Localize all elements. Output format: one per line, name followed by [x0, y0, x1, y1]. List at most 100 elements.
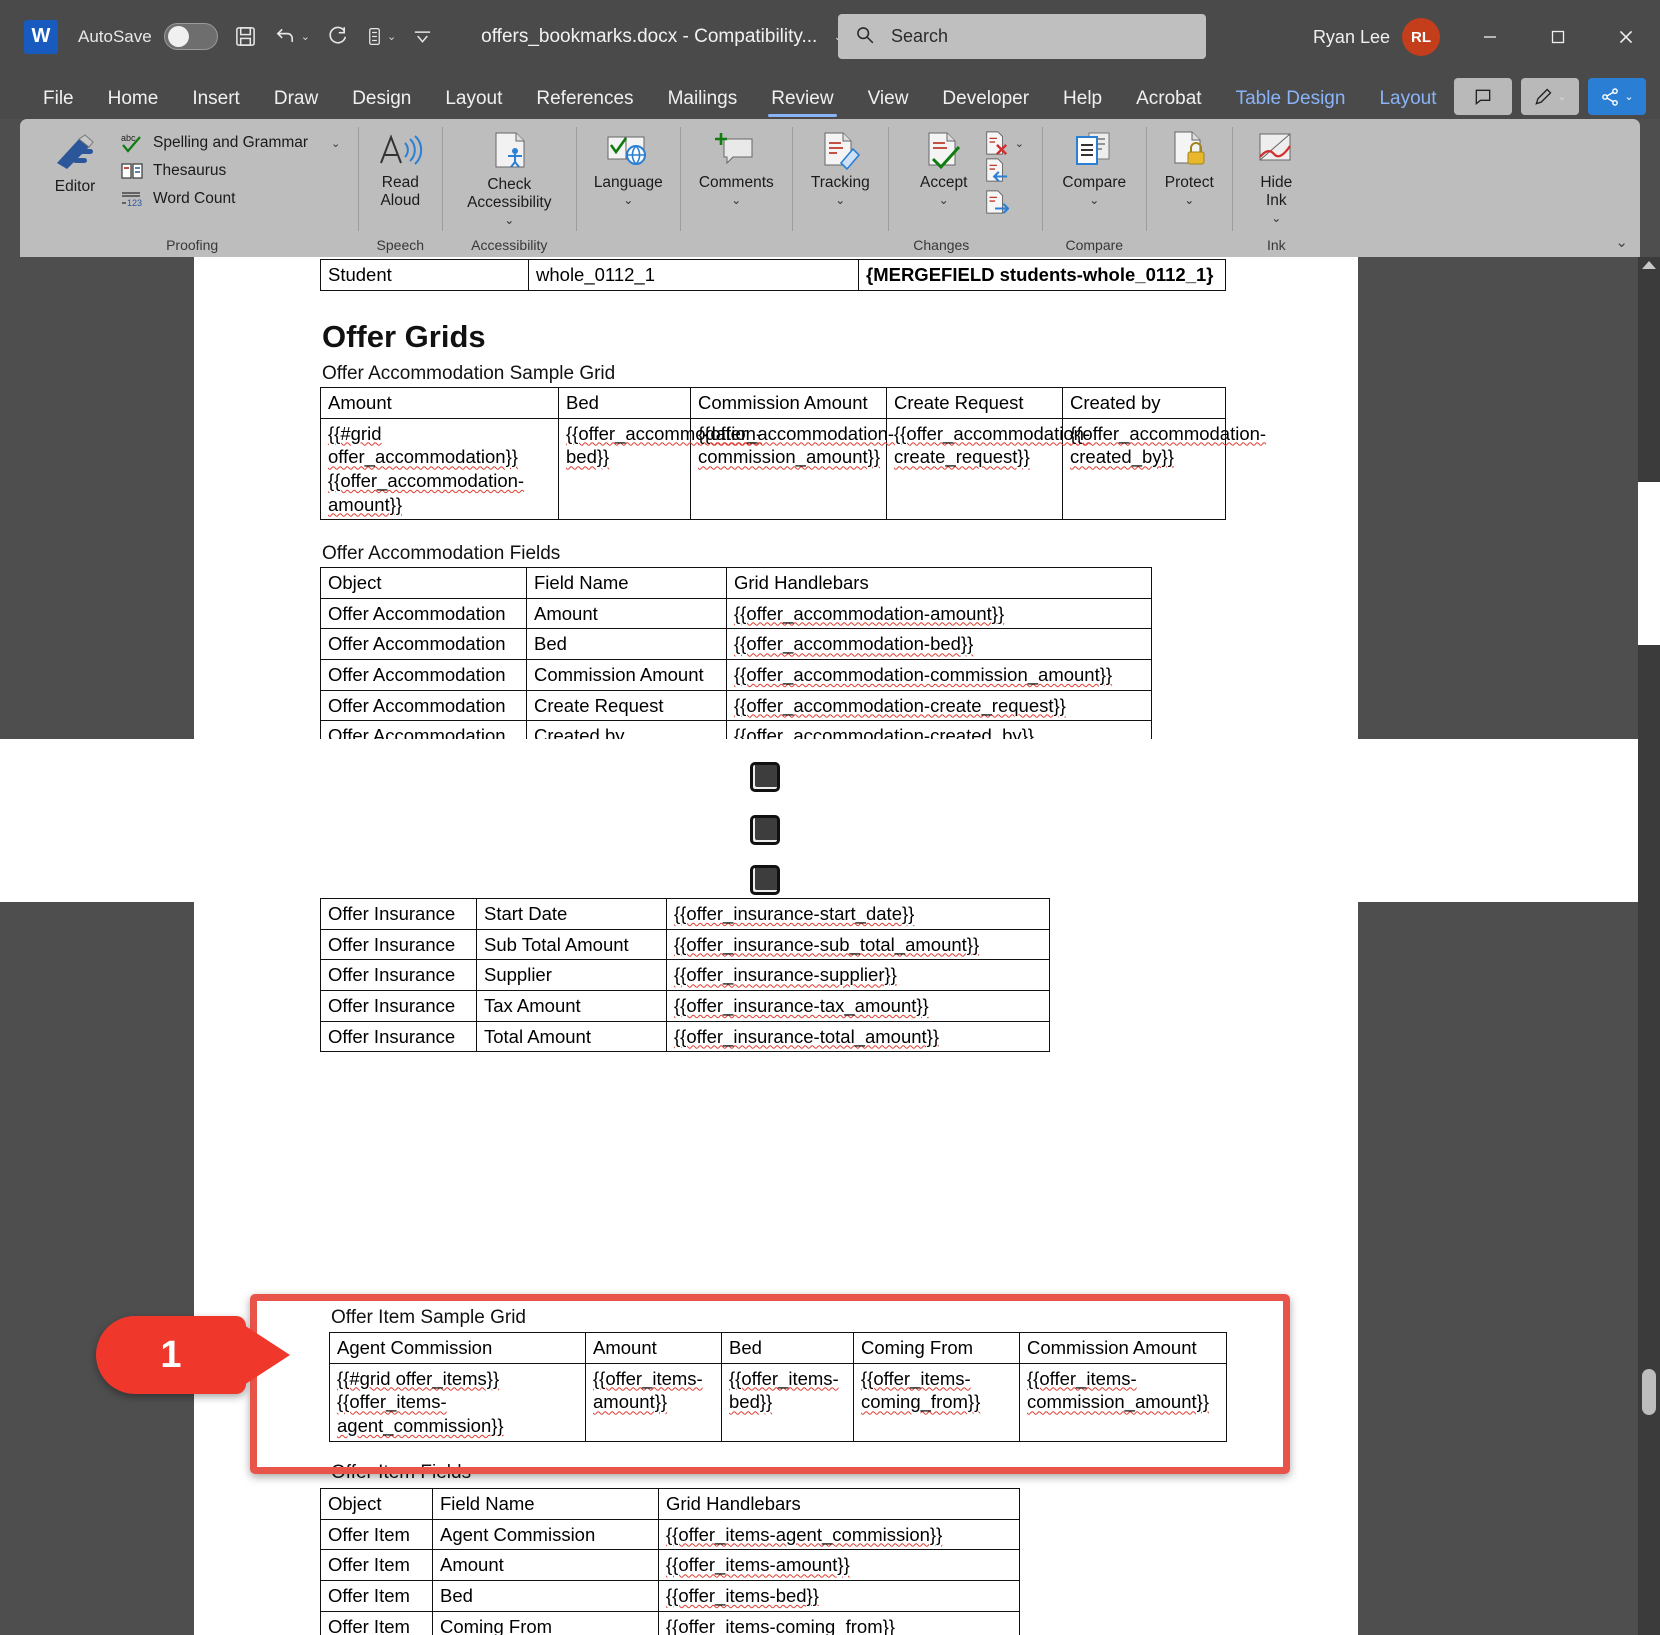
quick-access-more-icon[interactable] — [412, 26, 433, 47]
comments-button[interactable] — [1454, 78, 1512, 115]
tab-review[interactable]: Review — [754, 88, 850, 119]
header-amount: Amount — [586, 1333, 722, 1364]
read-aloud-button[interactable]: Read Aloud — [363, 127, 437, 212]
thesaurus-button[interactable]: Thesaurus — [114, 157, 346, 185]
table-accommodation-sample[interactable]: Amount Bed Commission Amount Create Requ… — [320, 387, 1226, 520]
account-block[interactable]: Ryan Lee RL — [1313, 18, 1440, 56]
hide-ink-button[interactable]: Hide Ink ⌄ — [1239, 127, 1313, 227]
protect-button[interactable]: Protect ⌄ — [1152, 127, 1226, 209]
comments-caret-icon[interactable]: ⌄ — [731, 193, 741, 207]
undo-icon[interactable]: ⌄ — [273, 25, 310, 48]
table-row[interactable]: Offer Accommodation Amount {{offer_accom… — [321, 598, 1152, 629]
ribbon-group-language: Language ⌄ — [576, 119, 680, 257]
language-caret-icon[interactable]: ⌄ — [623, 193, 633, 207]
collapse-ribbon-icon[interactable]: ⌄ — [1615, 233, 1628, 251]
table-row[interactable]: Offer Accommodation Bed {{offer_accommod… — [321, 629, 1152, 660]
close-icon[interactable] — [1592, 0, 1660, 73]
reject-caret-icon[interactable]: ⌄ — [1015, 137, 1024, 150]
table-row[interactable]: Offer ItemComing From{{offer_items-comin… — [321, 1611, 1020, 1635]
cell-grid-amount: {{#grid offer_accommodation}}{{offer_acc… — [321, 418, 559, 520]
tab-developer[interactable]: Developer — [925, 88, 1046, 119]
table-row[interactable]: Offer ItemBed{{offer_items-bed}} — [321, 1581, 1020, 1612]
tab-table-design[interactable]: Table Design — [1219, 88, 1363, 119]
tab-home[interactable]: Home — [91, 88, 176, 119]
tab-layout[interactable]: Layout — [428, 88, 519, 119]
table-row[interactable]: Offer Insurance Start Date {{offer_insur… — [321, 899, 1050, 930]
minimize-icon[interactable] — [1456, 0, 1524, 73]
table-row[interactable]: Offer Insurance Tax Amount {{offer_insur… — [321, 991, 1050, 1022]
tab-view[interactable]: View — [851, 88, 926, 119]
document-page-1[interactable]: Student whole_0112_1 {MERGEFIELD student… — [194, 257, 1358, 739]
table-row[interactable]: Offer Insurance Sub Total Amount {{offer… — [321, 929, 1050, 960]
table-row[interactable]: Offer ItemAmount{{offer_items-amount}} — [321, 1550, 1020, 1581]
tab-insert[interactable]: Insert — [175, 88, 257, 119]
redo-icon[interactable] — [326, 25, 349, 48]
table-row[interactable]: Offer Insurance Total Amount {{offer_ins… — [321, 1021, 1050, 1052]
table-insurance-fields[interactable]: Offer Insurance Start Date {{offer_insur… — [320, 898, 1050, 1052]
share-caret-icon[interactable]: ⌄ — [1624, 90, 1633, 103]
tab-references[interactable]: References — [519, 88, 650, 119]
protect-caret-icon[interactable]: ⌄ — [1184, 193, 1194, 207]
tracking-button[interactable]: Tracking ⌄ — [801, 127, 880, 209]
scroll-up-arrow-icon[interactable] — [1642, 261, 1656, 269]
previous-change-button[interactable] — [983, 157, 1024, 188]
document-page-2[interactable]: Offer Insurance Start Date {{offer_insur… — [194, 902, 1358, 1635]
tracking-caret-icon[interactable]: ⌄ — [835, 193, 845, 207]
editor-button[interactable]: Editor — [38, 127, 112, 198]
next-change-button[interactable] — [983, 189, 1024, 220]
check-accessibility-button[interactable]: Check Accessibility ⌄ — [457, 127, 561, 229]
group-label-compare: Compare — [1066, 237, 1124, 253]
partial-table-top[interactable]: Student whole_0112_1 {MERGEFIELD student… — [320, 259, 1226, 291]
editing-mode-caret-icon[interactable]: ⌄ — [1557, 90, 1566, 103]
reject-change-button[interactable]: ⌄ — [983, 130, 1024, 156]
tab-acrobat[interactable]: Acrobat — [1119, 88, 1218, 119]
table-header-row: Amount Bed Commission Amount Create Requ… — [321, 388, 1226, 419]
table-row[interactable]: Offer Accommodation Commission Amount {{… — [321, 660, 1152, 691]
hide-ink-caret-icon[interactable]: ⌄ — [1271, 211, 1281, 225]
table-row[interactable]: {{#grid offer_accommodation}}{{offer_acc… — [321, 418, 1226, 520]
table-row[interactable]: Student whole_0112_1 {MERGEFIELD student… — [321, 260, 1226, 291]
spelling-caret-icon[interactable]: ⌄ — [331, 137, 340, 150]
table-item-sample[interactable]: Agent Commission Amount Bed Coming From … — [329, 1332, 1227, 1442]
tab-mailings[interactable]: Mailings — [651, 88, 755, 119]
check-accessibility-caret-icon[interactable]: ⌄ — [504, 213, 514, 227]
table-row[interactable]: {{#grid offer_items}}{{offer_items-agent… — [330, 1363, 1227, 1441]
tab-design[interactable]: Design — [335, 88, 428, 119]
maximize-icon[interactable] — [1524, 0, 1592, 73]
undo-caret-icon[interactable]: ⌄ — [301, 30, 310, 43]
cell-grid-created-by: {{offer_accommodation-created_by}} — [1063, 418, 1226, 520]
compare-caret-icon[interactable]: ⌄ — [1089, 193, 1099, 207]
search-input[interactable]: Search — [838, 14, 1206, 59]
autosave-toggle[interactable] — [164, 23, 218, 50]
cell-grid-commission-amount: {{offer_items-commission_amount}} — [1020, 1363, 1227, 1441]
cell-handlebar: {{offer_accommodation-amount}} — [727, 598, 1152, 629]
table-row[interactable]: Offer Accommodation Create Request {{off… — [321, 690, 1152, 721]
touch-mode-caret-icon[interactable]: ⌄ — [387, 30, 396, 43]
compare-button[interactable]: Compare ⌄ — [1052, 127, 1136, 209]
word-count-button[interactable]: 123 Word Count — [114, 185, 346, 213]
ribbon-group-compare: Compare ⌄ Compare — [1042, 119, 1146, 257]
table-row[interactable]: Offer ItemAgent Commission{{offer_items-… — [321, 1519, 1020, 1550]
comments-group-button[interactable]: Comments ⌄ — [689, 127, 784, 209]
table-row[interactable]: Offer Insurance Supplier {{offer_insuran… — [321, 960, 1050, 991]
tab-help[interactable]: Help — [1046, 88, 1119, 119]
tab-table-layout[interactable]: Layout — [1362, 88, 1453, 119]
language-button[interactable]: Language ⌄ — [584, 127, 673, 209]
save-icon[interactable] — [234, 25, 257, 48]
share-button[interactable]: ⌄ — [1588, 78, 1646, 115]
cell-handlebar: {{offer_insurance-supplier}} — [667, 960, 1050, 991]
editing-mode-button[interactable]: ⌄ — [1521, 78, 1579, 115]
tab-draw[interactable]: Draw — [257, 88, 335, 119]
touch-mode-icon[interactable]: ⌄ — [365, 25, 396, 48]
tab-file[interactable]: File — [26, 88, 91, 119]
accept-caret-icon[interactable]: ⌄ — [939, 193, 949, 207]
vertical-scrollbar[interactable] — [1638, 257, 1660, 1635]
caption-item-sample: Offer Item Sample Grid — [331, 1307, 526, 1329]
spelling-and-grammar-button[interactable]: abc Spelling and Grammar ⌄ — [114, 129, 346, 157]
scrollbar-thumb[interactable] — [1642, 1369, 1656, 1415]
avatar[interactable]: RL — [1402, 18, 1440, 56]
accept-button[interactable]: Accept ⌄ — [907, 127, 981, 209]
document-canvas[interactable]: Student whole_0112_1 {MERGEFIELD student… — [0, 257, 1660, 1635]
caption-accommodation-sample: Offer Accommodation Sample Grid — [322, 363, 615, 385]
table-item-fields[interactable]: Object Field Name Grid Handlebars Offer … — [320, 1488, 1020, 1635]
